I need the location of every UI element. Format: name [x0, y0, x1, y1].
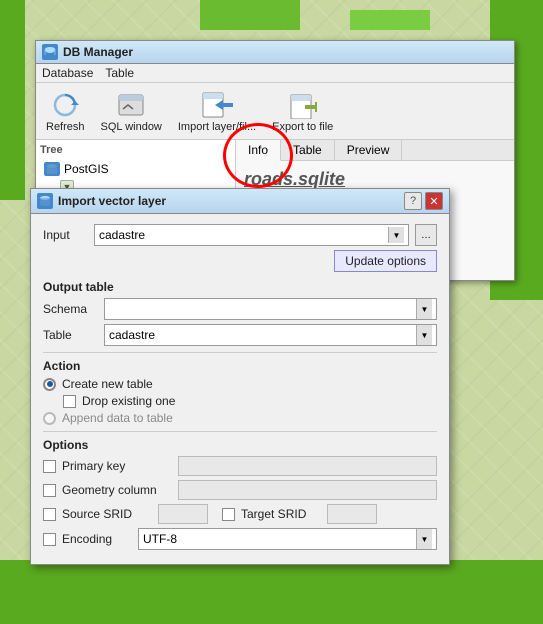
table-combo-arrow[interactable]: ▼ [416, 325, 432, 345]
export-file-button[interactable]: Export to file [268, 87, 337, 135]
help-button[interactable]: ? [404, 192, 422, 210]
srid-row: Source SRID Target SRID [43, 504, 437, 524]
postgis-label: PostGIS [64, 162, 109, 176]
db-manager-title: DB Manager [63, 45, 133, 59]
export-label: Export to file [272, 121, 333, 133]
source-srid-check[interactable] [43, 508, 56, 521]
refresh-label: Refresh [46, 121, 85, 133]
menu-table[interactable]: Table [105, 66, 134, 80]
close-button[interactable]: ✕ [425, 192, 443, 210]
table-combo[interactable]: cadastre ▼ [104, 324, 437, 346]
db-toolbar: Refresh SQL window [36, 83, 514, 140]
check-drop-existing: Drop existing one [63, 394, 437, 408]
radio-create-new-label: Create new table [62, 377, 153, 391]
check-drop-existing-input[interactable] [63, 395, 76, 408]
encoding-row: Encoding UTF-8 ▼ [43, 528, 437, 550]
schema-label: Schema [43, 302, 98, 316]
schema-combo[interactable]: ▼ [104, 298, 437, 320]
refresh-icon [49, 89, 81, 121]
import-body: Input cadastre ▼ … Update options Output… [31, 214, 449, 564]
import-titlebar: Import vector layer ? ✕ [31, 189, 449, 214]
import-titlebar-buttons: ? ✕ [404, 192, 443, 210]
radio-append-data: Append data to table [43, 411, 437, 425]
radio-append-label: Append data to table [62, 411, 173, 425]
radio-create-new-input[interactable] [43, 378, 56, 391]
input-row: Input cadastre ▼ … [43, 224, 437, 246]
sql-icon [115, 89, 147, 121]
table-row: Table cadastre ▼ [43, 324, 437, 346]
sql-window-button[interactable]: SQL window [97, 87, 166, 135]
import-dialog: Import vector layer ? ✕ Input cadastre ▼… [30, 188, 450, 565]
radio-append-input[interactable] [43, 412, 56, 425]
db-title-left: DB Manager [42, 44, 133, 60]
input-label: Input [43, 228, 88, 242]
sql-window-label: SQL window [101, 121, 162, 133]
browse-button[interactable]: … [415, 224, 437, 246]
info-title: roads.sqlite [244, 169, 506, 190]
encoding-combo-arrow[interactable]: ▼ [416, 529, 432, 549]
options-label: Options [43, 438, 437, 452]
import-icon [201, 89, 233, 121]
encoding-label: Encoding [62, 532, 132, 546]
export-icon [287, 89, 319, 121]
check-drop-existing-label: Drop existing one [82, 394, 175, 408]
tab-table[interactable]: Table [281, 140, 335, 160]
primary-key-label: Primary key [62, 459, 172, 473]
import-label: Import layer/fil... [178, 121, 256, 133]
import-layer-button[interactable]: Import layer/fil... [174, 87, 260, 135]
input-combo-text: cadastre [99, 228, 388, 242]
update-btn-row: Update options [43, 250, 437, 272]
geometry-column-input[interactable] [178, 480, 437, 500]
primary-key-check[interactable] [43, 460, 56, 473]
target-srid-label: Target SRID [241, 507, 321, 521]
db-menubar: Database Table [36, 64, 514, 83]
source-srid-input[interactable] [158, 504, 208, 524]
radio-create-new: Create new table [43, 377, 437, 391]
geometry-column-row: Geometry column [43, 480, 437, 500]
import-title-left: Import vector layer [37, 193, 166, 209]
geometry-column-label: Geometry column [62, 483, 172, 497]
tab-info[interactable]: Info [236, 140, 281, 161]
db-manager-icon [42, 44, 58, 60]
schema-row: Schema ▼ [43, 298, 437, 320]
table-label: Table [43, 328, 98, 342]
postgis-icon [44, 162, 60, 176]
divider-2 [43, 431, 437, 432]
db-manager-titlebar: DB Manager [36, 41, 514, 64]
encoding-combo[interactable]: UTF-8 ▼ [138, 528, 437, 550]
geometry-column-check[interactable] [43, 484, 56, 497]
import-dialog-title: Import vector layer [58, 194, 166, 208]
encoding-check[interactable] [43, 533, 56, 546]
tree-title: Tree [40, 144, 231, 156]
target-srid-check[interactable] [222, 508, 235, 521]
output-table-label: Output table [43, 280, 437, 294]
action-label: Action [43, 359, 437, 373]
tree-item-postgis[interactable]: PostGIS [40, 160, 231, 178]
primary-key-input[interactable] [178, 456, 437, 476]
input-combo-arrow[interactable]: ▼ [388, 227, 404, 243]
refresh-button[interactable]: Refresh [42, 87, 89, 135]
schema-combo-arrow[interactable]: ▼ [416, 299, 432, 319]
source-srid-label: Source SRID [62, 507, 152, 521]
tab-preview[interactable]: Preview [335, 140, 403, 160]
target-srid-input[interactable] [327, 504, 377, 524]
table-value: cadastre [109, 328, 416, 342]
import-dialog-icon [37, 193, 53, 209]
update-options-button[interactable]: Update options [334, 250, 437, 272]
menu-database[interactable]: Database [42, 66, 93, 80]
divider-1 [43, 352, 437, 353]
encoding-value: UTF-8 [143, 532, 416, 546]
db-tabs: Info Table Preview [236, 140, 514, 161]
input-combo[interactable]: cadastre ▼ [94, 224, 409, 246]
primary-key-row: Primary key [43, 456, 437, 476]
